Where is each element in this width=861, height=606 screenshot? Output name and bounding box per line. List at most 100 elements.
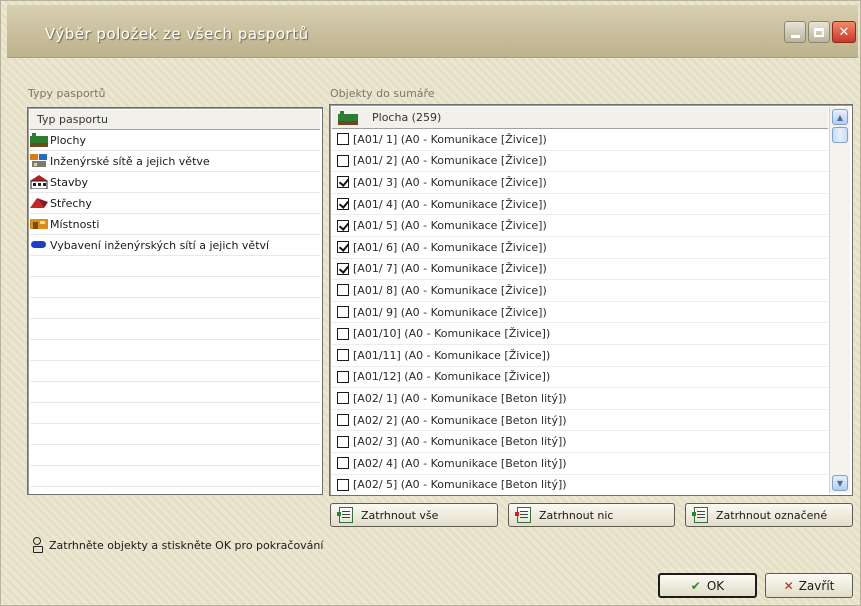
empty-row	[30, 403, 320, 424]
objects-list[interactable]: Plocha (259) [A01/ 1] (A0 - Komunikace […	[329, 104, 853, 496]
close-window-button[interactable]: ✕	[832, 21, 856, 43]
objects-scrollbar[interactable]: ▲ ▼	[829, 107, 850, 493]
object-row[interactable]: [A02/ 3] (A0 - Komunikace [Beton litý])	[332, 431, 828, 453]
passport-type-item[interactable]: Střechy	[30, 193, 320, 214]
select-none-button[interactable]: Zatrhnout nic	[508, 503, 675, 527]
object-row[interactable]: [A02/ 2] (A0 - Komunikace [Beton litý])	[332, 410, 828, 432]
object-row[interactable]: [A01/11] (A0 - Komunikace [Živice])	[332, 345, 828, 367]
object-row[interactable]: [A01/ 9] (A0 - Komunikace [Živice])	[332, 302, 828, 324]
object-checkbox[interactable]	[337, 176, 349, 189]
empty-row	[30, 487, 320, 494]
object-row[interactable]: [A01/ 1] (A0 - Komunikace [Živice])	[332, 129, 828, 151]
passport-type-item[interactable]: Inženýrské sítě a jejich větve	[30, 151, 320, 172]
object-checkbox[interactable]	[337, 262, 349, 275]
empty-row	[30, 319, 320, 340]
chevron-up-icon: ▲	[836, 112, 844, 122]
object-checkbox[interactable]	[337, 370, 349, 383]
select-marked-label: Zatrhnout označené	[716, 508, 828, 522]
object-checkbox[interactable]	[337, 414, 349, 427]
object-checkbox[interactable]	[337, 284, 349, 297]
object-label: [A01/ 1] (A0 - Komunikace [Živice])	[353, 132, 547, 146]
objects-header-label: Plocha (259)	[372, 111, 442, 124]
object-checkbox[interactable]	[337, 457, 349, 470]
object-checkbox[interactable]	[337, 219, 349, 232]
object-row[interactable]: [A01/ 6] (A0 - Komunikace [Živice])	[332, 237, 828, 259]
object-row[interactable]: [A01/ 2] (A0 - Komunikace [Živice])	[332, 151, 828, 173]
stavby-icon	[30, 175, 48, 190]
object-row[interactable]: [A01/ 8] (A0 - Komunikace [Živice])	[332, 280, 828, 302]
object-row[interactable]: [A01/10] (A0 - Komunikace [Živice])	[332, 323, 828, 345]
object-row[interactable]: [A02/ 5] (A0 - Komunikace [Beton litý])	[332, 475, 828, 494]
passport-type-label: Střechy	[50, 196, 92, 210]
object-checkbox[interactable]	[337, 392, 349, 405]
checklist-icon	[337, 507, 353, 523]
hint-line: Zatrhněte objekty a stiskněte OK pro pok…	[31, 537, 323, 553]
passport-type-item[interactable]: Plochy	[30, 130, 320, 151]
close-button[interactable]: ✕ Zavřít	[765, 573, 853, 598]
object-row[interactable]: [A01/ 3] (A0 - Komunikace [Živice])	[332, 172, 828, 194]
object-checkbox[interactable]	[337, 327, 349, 340]
checklist-icon	[692, 507, 708, 523]
passport-type-item[interactable]: Místnosti	[30, 214, 320, 235]
checklist-icon	[515, 507, 531, 523]
object-label: [A01/11] (A0 - Komunikace [Živice])	[353, 348, 551, 362]
passport-type-item[interactable]: Vybavení inženýrských sítí a jejich větv…	[30, 235, 320, 256]
hint-text: Zatrhněte objekty a stiskněte OK pro pok…	[49, 538, 324, 552]
passport-type-label: Inženýrské sítě a jejich větve	[50, 154, 210, 168]
scroll-up-button[interactable]: ▲	[832, 109, 848, 125]
empty-row	[30, 298, 320, 319]
object-checkbox[interactable]	[337, 478, 349, 491]
object-label: [A01/ 2] (A0 - Komunikace [Živice])	[353, 154, 547, 168]
scroll-thumb[interactable]	[832, 127, 848, 143]
object-label: [A01/ 7] (A0 - Komunikace [Živice])	[353, 262, 547, 276]
title-bar[interactable]: Výběr položek ze všech pasportů ✕	[7, 5, 858, 58]
passport-type-label: Plochy	[50, 133, 86, 147]
object-label: [A01/ 8] (A0 - Komunikace [Živice])	[353, 283, 547, 297]
passport-types-rows: Plochy Inženýrské sítě a jejich větve Stav…	[30, 130, 320, 492]
object-row[interactable]: [A02/ 1] (A0 - Komunikace [Beton litý])	[332, 388, 828, 410]
window-title: Výběr položek ze všech pasportů	[45, 25, 309, 43]
select-all-button[interactable]: Zatrhnout vše	[330, 503, 498, 527]
object-checkbox[interactable]	[337, 349, 349, 362]
ok-button[interactable]: ✔ OK	[658, 573, 757, 598]
object-label: [A01/ 6] (A0 - Komunikace [Živice])	[353, 240, 547, 254]
passport-type-item[interactable]: Stavby	[30, 172, 320, 193]
dialog-window: Výběr položek ze všech pasportů ✕ Typy p…	[0, 0, 861, 606]
strechy-icon	[30, 196, 48, 210]
select-all-label: Zatrhnout vše	[361, 508, 439, 522]
object-label: [A01/ 5] (A0 - Komunikace [Živice])	[353, 219, 547, 233]
object-label: [A01/ 9] (A0 - Komunikace [Živice])	[353, 305, 547, 319]
object-row[interactable]: [A01/12] (A0 - Komunikace [Živice])	[332, 367, 828, 389]
empty-row	[30, 382, 320, 403]
object-label: [A02/ 3] (A0 - Komunikace [Beton litý])	[353, 435, 567, 449]
object-row[interactable]: [A01/ 4] (A0 - Komunikace [Živice])	[332, 194, 828, 216]
maximize-icon	[814, 27, 824, 37]
passport-type-label: Vybavení inženýrských sítí a jejich větv…	[50, 238, 270, 252]
object-checkbox[interactable]	[337, 435, 349, 448]
info-icon	[31, 537, 43, 553]
passport-types-label: Typy pasportů	[28, 87, 106, 100]
object-label: [A02/ 1] (A0 - Komunikace [Beton litý])	[353, 391, 567, 405]
select-marked-button[interactable]: Zatrhnout označené	[685, 503, 853, 527]
empty-row	[30, 340, 320, 361]
objects-label: Objekty do sumáře	[330, 87, 435, 100]
empty-row	[30, 424, 320, 445]
object-checkbox[interactable]	[337, 154, 349, 167]
passport-types-list[interactable]: Typ pasportu Plochy Inženýrské sítě a jej…	[27, 107, 323, 495]
passport-type-label: Stavby	[50, 175, 89, 189]
object-checkbox[interactable]	[337, 198, 349, 211]
column-header-type[interactable]: Typ pasportu	[30, 110, 320, 130]
empty-row	[30, 466, 320, 487]
mistnosti-icon	[30, 217, 48, 231]
object-row[interactable]: [A01/ 7] (A0 - Komunikace [Živice])	[332, 259, 828, 281]
minimize-button[interactable]	[784, 21, 806, 43]
object-row[interactable]: [A02/ 4] (A0 - Komunikace [Beton litý])	[332, 453, 828, 475]
close-label: Zavřít	[798, 578, 835, 593]
scroll-down-button[interactable]: ▼	[832, 475, 848, 491]
object-checkbox[interactable]	[337, 133, 349, 146]
object-checkbox[interactable]	[337, 306, 349, 319]
close-icon: ✕	[838, 24, 850, 40]
object-row[interactable]: [A01/ 5] (A0 - Komunikace [Živice])	[332, 215, 828, 237]
maximize-button[interactable]	[808, 21, 830, 43]
object-checkbox[interactable]	[337, 241, 349, 254]
